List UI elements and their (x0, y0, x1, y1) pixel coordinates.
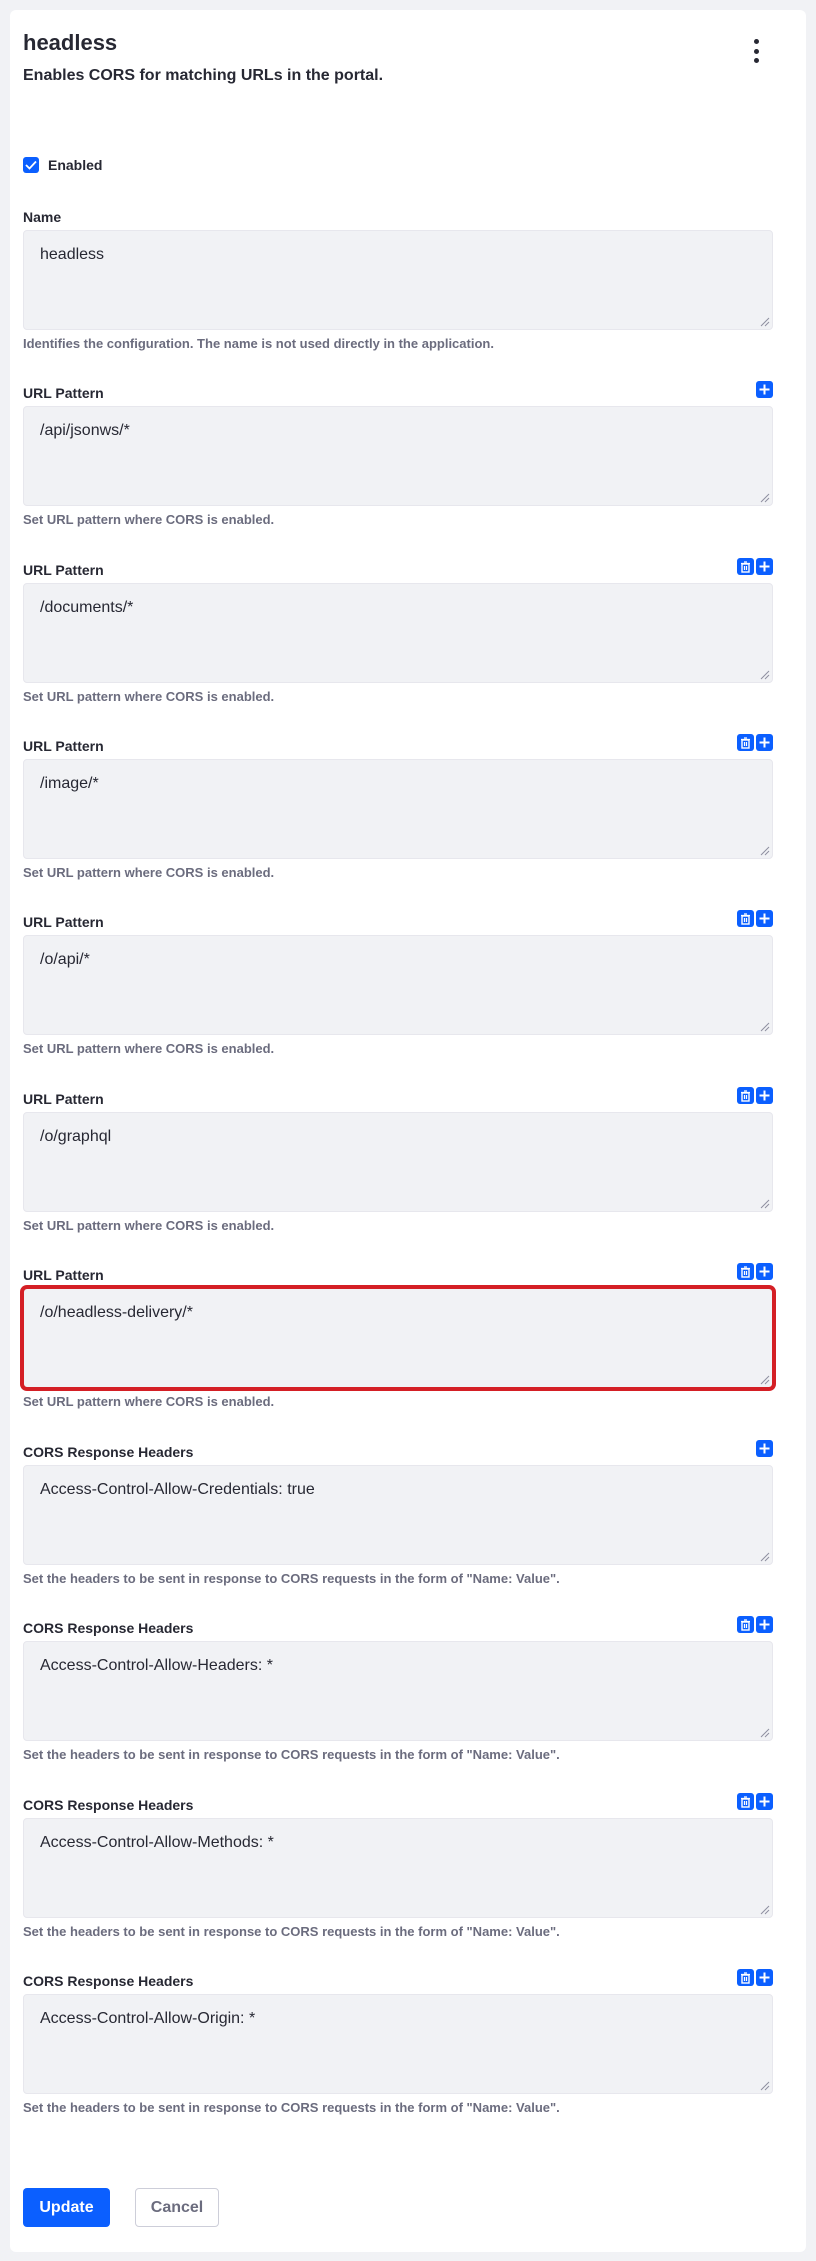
add-icon[interactable] (756, 734, 773, 751)
cors-header-help-text: Set the headers to be sent in response t… (23, 2100, 560, 2115)
url-pattern-label: URL Pattern (23, 385, 104, 401)
cors-header-help-text: Set the headers to be sent in response t… (23, 1571, 560, 1586)
trash-icon[interactable] (737, 1793, 754, 1810)
add-icon[interactable] (756, 1616, 773, 1633)
trash-icon[interactable] (737, 1969, 754, 1986)
resize-grip-icon[interactable] (758, 1903, 770, 1915)
resize-grip-icon[interactable] (758, 1197, 770, 1209)
url-pattern-value: /api/jsonws/* (40, 422, 130, 439)
cors-header-label: CORS Response Headers (23, 1797, 194, 1813)
resize-grip-icon[interactable] (758, 491, 770, 503)
url-pattern-label: URL Pattern (23, 1267, 104, 1283)
resize-grip-icon[interactable] (758, 1373, 770, 1385)
url-pattern-value: /image/* (40, 775, 99, 792)
more-options-icon[interactable] (746, 36, 766, 66)
url-pattern-label: URL Pattern (23, 562, 104, 578)
cors-header-group: CORS Response Headers Access-Control-All… (23, 1440, 773, 1586)
url-pattern-group: URL Pattern /image/* Set URL pattern whe… (23, 734, 773, 880)
resize-grip-icon[interactable] (758, 2079, 770, 2091)
trash-icon[interactable] (737, 1616, 754, 1633)
url-pattern-textarea[interactable]: /o/headless-delivery/* (23, 1288, 773, 1388)
resize-grip-icon[interactable] (758, 668, 770, 680)
resize-grip-icon[interactable] (758, 844, 770, 856)
url-pattern-group: URL Pattern /o/graphql Set URL pattern w… (23, 1087, 773, 1233)
name-help-text: Identifies the configuration. The name i… (23, 336, 494, 351)
cors-header-textarea[interactable]: Access-Control-Allow-Headers: * (23, 1641, 773, 1741)
url-pattern-group: URL Pattern /o/api/* Set URL pattern whe… (23, 910, 773, 1056)
url-pattern-help-text: Set URL pattern where CORS is enabled. (23, 689, 275, 704)
trash-icon[interactable] (737, 734, 754, 751)
cors-header-group: CORS Response Headers Access-Control-All… (23, 1969, 773, 2115)
url-pattern-label: URL Pattern (23, 738, 104, 754)
url-pattern-help-text: Set URL pattern where CORS is enabled. (23, 512, 275, 527)
url-pattern-label: URL Pattern (23, 914, 104, 930)
cors-header-textarea[interactable]: Access-Control-Allow-Origin: * (23, 1994, 773, 2094)
cors-header-label: CORS Response Headers (23, 1973, 194, 1989)
add-icon[interactable] (756, 1969, 773, 1986)
url-pattern-group: URL Pattern /o/headless-delivery/* Set U… (23, 1263, 773, 1409)
url-pattern-textarea[interactable]: /image/* (23, 759, 773, 859)
url-pattern-textarea[interactable]: /documents/* (23, 583, 773, 683)
name-label: Name (23, 209, 62, 225)
cors-header-help-text: Set the headers to be sent in response t… (23, 1747, 560, 1762)
resize-grip-icon[interactable] (758, 315, 770, 327)
cors-header-group: CORS Response Headers Access-Control-All… (23, 1793, 773, 1939)
add-icon[interactable] (756, 558, 773, 575)
url-pattern-value: /o/headless-delivery/* (40, 1304, 193, 1321)
enabled-label: Enabled (48, 157, 103, 173)
url-pattern-value: /o/graphql (40, 1128, 112, 1145)
enabled-checkbox[interactable] (23, 157, 39, 173)
url-pattern-value: /documents/* (40, 599, 134, 616)
add-icon[interactable] (756, 1263, 773, 1280)
url-pattern-help-text: Set URL pattern where CORS is enabled. (23, 1218, 275, 1233)
url-pattern-textarea[interactable]: /o/api/* (23, 935, 773, 1035)
add-icon[interactable] (756, 1440, 773, 1457)
url-pattern-textarea[interactable]: /o/graphql (23, 1112, 773, 1212)
cors-header-label: CORS Response Headers (23, 1620, 194, 1636)
name-field-group: Name headless Identifies the configurati… (23, 207, 773, 351)
name-value: headless (40, 246, 105, 263)
name-textarea[interactable]: headless (23, 230, 773, 330)
add-icon[interactable] (756, 1793, 773, 1810)
url-pattern-value: /o/api/* (40, 951, 90, 968)
cors-header-value: Access-Control-Allow-Origin: * (40, 2010, 256, 2027)
url-pattern-textarea[interactable]: /api/jsonws/* (23, 406, 773, 506)
page-title: headless (23, 30, 118, 55)
enabled-checkbox-row[interactable]: Enabled (23, 157, 102, 173)
cors-header-help-text: Set the headers to be sent in response t… (23, 1924, 560, 1939)
url-pattern-group: URL Pattern /api/jsonws/* Set URL patter… (23, 381, 773, 527)
resize-grip-icon[interactable] (758, 1550, 770, 1562)
url-pattern-help-text: Set URL pattern where CORS is enabled. (23, 865, 275, 880)
url-pattern-help-text: Set URL pattern where CORS is enabled. (23, 1394, 275, 1409)
add-icon[interactable] (756, 910, 773, 927)
add-icon[interactable] (756, 1087, 773, 1104)
resize-grip-icon[interactable] (758, 1020, 770, 1032)
cors-header-textarea[interactable]: Access-Control-Allow-Methods: * (23, 1818, 773, 1918)
cors-header-value: Access-Control-Allow-Headers: * (40, 1657, 273, 1674)
add-icon[interactable] (756, 381, 773, 398)
trash-icon[interactable] (737, 910, 754, 927)
cors-header-label: CORS Response Headers (23, 1444, 194, 1460)
page-description: Enables CORS for matching URLs in the po… (23, 67, 384, 84)
url-pattern-help-text: Set URL pattern where CORS is enabled. (23, 1041, 275, 1056)
trash-icon[interactable] (737, 558, 754, 575)
cors-header-value: Access-Control-Allow-Methods: * (40, 1834, 274, 1851)
cors-header-value: Access-Control-Allow-Credentials: true (40, 1481, 315, 1498)
cancel-button[interactable]: Cancel (135, 2188, 219, 2227)
cors-header-textarea[interactable]: Access-Control-Allow-Credentials: true (23, 1465, 773, 1565)
cors-header-group: CORS Response Headers Access-Control-All… (23, 1616, 773, 1762)
trash-icon[interactable] (737, 1263, 754, 1280)
resize-grip-icon[interactable] (758, 1726, 770, 1738)
trash-icon[interactable] (737, 1087, 754, 1104)
url-pattern-label: URL Pattern (23, 1091, 104, 1107)
url-pattern-group: URL Pattern /documents/* Set URL pattern… (23, 558, 773, 704)
update-button[interactable]: Update (23, 2188, 110, 2227)
